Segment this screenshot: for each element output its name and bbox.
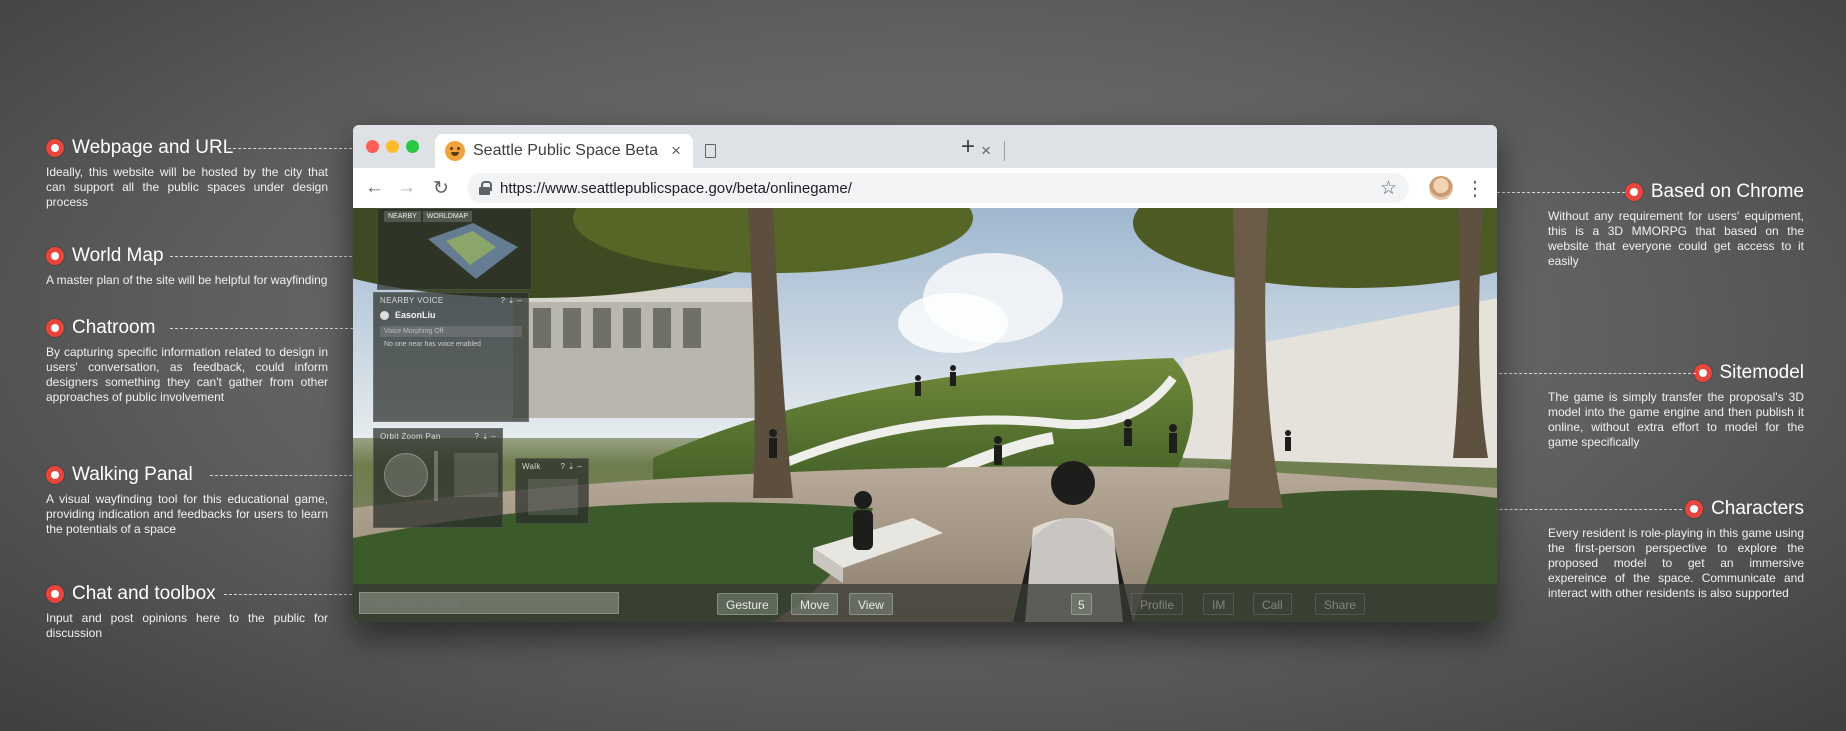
annotation-chrome: Based on Chrome Without any requirement … [1548, 180, 1804, 269]
annotation-title: Characters [1711, 498, 1804, 519]
gesture-button[interactable]: Gesture [717, 593, 778, 615]
walk-panel-title: Walk [522, 462, 541, 471]
browser-window: Seattle Public Space Beta × × + ← → ↻ ht… [353, 125, 1497, 622]
profile-button[interactable]: Profile [1131, 593, 1184, 615]
chat-input[interactable] [359, 592, 619, 614]
bullet-icon [1685, 500, 1704, 518]
voice-user-name: EasonLiu [395, 310, 436, 320]
zoom-slider[interactable] [434, 451, 438, 501]
world-map-panel[interactable]: NEARBY WORLDMAP [377, 208, 532, 290]
annotation-title: Sitemodel [1719, 362, 1805, 383]
game-viewport[interactable]: NEARBY WORLDMAP NEARBY VOICE ? ⇣ – Eason… [353, 208, 1497, 622]
bullet-icon [1693, 364, 1712, 382]
annotation-title: Webpage and URL [72, 137, 234, 158]
minimize-window-button[interactable] [386, 140, 399, 153]
more-menu-icon[interactable]: ⋮ [1465, 176, 1485, 201]
annotation-desc: Ideally, this website will be hosted by … [46, 165, 328, 209]
leader-line [228, 148, 352, 149]
tab-title: Seattle Public Space Beta [473, 142, 659, 159]
annotation-chat: Chat and toolbox Input and post opinions… [46, 582, 328, 641]
call-button[interactable]: Call [1253, 593, 1292, 615]
orbit-control-icon[interactable] [384, 453, 428, 497]
browser-toolbar: ← → ↻ https://www.seattlepublicspace.gov… [353, 168, 1497, 208]
annotation-title: Chat and toolbox [72, 583, 216, 604]
panel-controls[interactable]: ? ⇣ – [500, 296, 522, 305]
annotation-desc: The game is simply transfer the proposal… [1548, 390, 1804, 449]
annotation-desc: Without any requirement for users' equip… [1548, 209, 1804, 268]
panel-controls[interactable]: ? ⇣ – [560, 462, 582, 471]
annotation-worldmap: World Map A master plan of the site will… [46, 244, 328, 288]
bullet-icon [46, 585, 64, 603]
leader-line [1497, 192, 1625, 193]
voice-morphing-select[interactable]: Voice Morphing Off [380, 326, 522, 337]
url-text[interactable]: https://www.seattlepublicspace.gov/beta/… [500, 180, 852, 197]
profile-avatar[interactable] [1429, 176, 1453, 200]
tab-blank[interactable]: × [701, 137, 991, 165]
share-button[interactable]: Share [1315, 593, 1366, 615]
maximize-window-button[interactable] [406, 140, 419, 153]
document-icon [705, 144, 716, 158]
bullet-icon [1624, 183, 1643, 201]
bookmark-star-icon[interactable]: ☆ [1380, 177, 1397, 200]
address-bar[interactable]: https://www.seattlepublicspace.gov/beta/… [467, 173, 1409, 203]
world-map-icon [428, 223, 518, 279]
annotation-desc: By capturing specific information relate… [46, 345, 328, 404]
walk-arrows-icon[interactable] [528, 479, 578, 515]
close-window-button[interactable] [366, 140, 379, 153]
chat-toolbox-bar: Gesture Move View 5 Profile IM Call Shar… [353, 584, 1497, 622]
annotation-title: Walking Panal [72, 464, 193, 485]
voice-panel-title: NEARBY VOICE ? ⇣ – [380, 296, 522, 305]
bullet-icon [46, 319, 64, 337]
annotation-title: Based on Chrome [1650, 181, 1804, 202]
tab-seattle-public-space[interactable]: Seattle Public Space Beta × [435, 134, 693, 168]
chatroom-voice-panel: NEARBY VOICE ? ⇣ – EasonLiu Voice Morphi… [373, 292, 529, 422]
leader-line [224, 594, 352, 595]
orbit-zoom-pan-panel: Orbit Zoom Pan ? ⇣ – [373, 428, 503, 528]
lock-icon [479, 181, 492, 195]
annotation-desc: A visual wayfinding tool for this educat… [46, 492, 328, 536]
annotation-title: Chatroom [72, 317, 156, 338]
view-button[interactable]: View [849, 593, 893, 615]
annotation-desc: Input and post opinions here to the publ… [46, 611, 328, 640]
panel-controls[interactable]: ? ⇣ – [474, 432, 496, 441]
user-icon [380, 310, 389, 320]
tab-close-button[interactable]: × [981, 141, 991, 161]
annotation-title: World Map [72, 245, 164, 266]
tab-bar: Seattle Public Space Beta × × + [353, 125, 1497, 168]
annotation-desc: A master plan of the site will be helpfu… [46, 273, 328, 287]
annotation-characters: Characters Every resident is role-playin… [1548, 497, 1804, 601]
bullet-icon [46, 139, 64, 157]
snapshot-button[interactable]: 5 [1071, 593, 1092, 615]
reload-button[interactable]: ↻ [433, 177, 449, 200]
tab-divider [1004, 141, 1005, 161]
im-button[interactable]: IM [1203, 593, 1235, 615]
bullet-icon [46, 247, 64, 265]
move-button[interactable]: Move [791, 593, 839, 615]
annotation-sitemodel: Sitemodel The game is simply transfer th… [1548, 361, 1804, 450]
leader-line [170, 256, 382, 257]
camera-panel-title: Orbit Zoom Pan [380, 432, 441, 441]
bullet-icon [46, 466, 64, 484]
annotation-desc: Every resident is role-playing in this g… [1548, 526, 1804, 600]
annotation-chatroom: Chatroom By capturing specific informati… [46, 316, 328, 405]
pan-control-icon[interactable] [454, 453, 498, 497]
tab-close-button[interactable]: × [671, 141, 681, 161]
walking-panel: Walk ? ⇣ – [515, 458, 589, 524]
leader-line [170, 328, 378, 329]
favicon-icon [445, 141, 465, 161]
voice-status: No one near has voice enabled [384, 341, 481, 348]
back-button[interactable]: ← [365, 177, 384, 199]
new-tab-button[interactable]: + [961, 133, 975, 161]
forward-button[interactable]: → [397, 177, 416, 199]
